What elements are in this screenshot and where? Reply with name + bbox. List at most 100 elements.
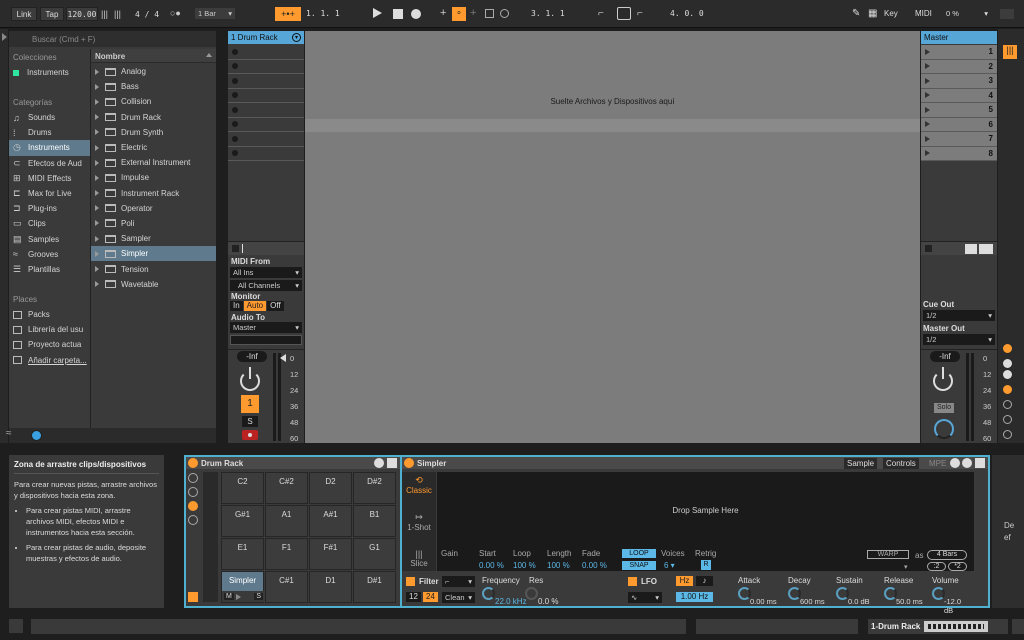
warp-mode-select[interactable]: ▾: [904, 563, 908, 571]
category-item[interactable]: ♫ Sounds: [9, 110, 90, 125]
rack-pads-toggle-icon[interactable]: [188, 501, 198, 511]
metronome-icon[interactable]: ○●: [170, 8, 181, 18]
monitor-in-button[interactable]: In: [230, 301, 243, 311]
play-icon[interactable]: [373, 8, 382, 18]
scene-launch-icon[interactable]: [925, 63, 930, 70]
browser-item[interactable]: Collision: [91, 94, 216, 109]
category-item[interactable]: ⊞ MIDI Effects: [9, 171, 90, 186]
double-tempo-button[interactable]: *2: [948, 562, 967, 571]
filter-on-toggle[interactable]: [406, 577, 415, 586]
midi-channel-select[interactable]: All Channels ▾: [230, 280, 302, 291]
audio-to-channel[interactable]: [230, 335, 302, 345]
category-item[interactable]: ▭ Clips: [9, 216, 90, 231]
expand-icon[interactable]: [95, 235, 99, 242]
retrig-toggle[interactable]: R: [701, 560, 711, 570]
scene-launch-icon[interactable]: [925, 135, 930, 142]
time-signature[interactable]: 4 / 4: [128, 7, 166, 21]
stop-icon[interactable]: [393, 9, 403, 19]
pad-overview[interactable]: [203, 472, 218, 602]
scene-launch-icon[interactable]: [925, 121, 930, 128]
io-toggle-icon[interactable]: [1003, 344, 1012, 353]
master-volume-value[interactable]: -Inf: [930, 351, 960, 362]
sample-param-value[interactable]: 100 %: [513, 561, 536, 570]
punch-in-icon[interactable]: ⌐: [598, 8, 604, 19]
drum-pad[interactable]: C#2: [265, 472, 308, 504]
arm-record-icon[interactable]: [242, 430, 258, 440]
category-item[interactable]: ⁞ Drums: [9, 125, 90, 140]
lfo-sync-icon[interactable]: ♪: [696, 576, 713, 586]
track-fold-icon[interactable]: ▾: [292, 33, 301, 42]
status-toggle-icon[interactable]: [9, 619, 23, 633]
sample-param-value[interactable]: 0.00 %: [582, 561, 607, 570]
drum-pad[interactable]: Simpler M S: [221, 571, 265, 603]
rack-chain-toggle-icon[interactable]: [188, 487, 198, 497]
tab-sample[interactable]: Sample: [844, 458, 878, 469]
expand-icon[interactable]: [95, 220, 99, 227]
drum-pad[interactable]: B1: [353, 505, 396, 537]
midi-map-button[interactable]: MIDI: [915, 9, 932, 18]
sample-display[interactable]: Drop Sample Here Gain Start 0.00 % Loop 100 …: [437, 472, 974, 571]
expand-icon[interactable]: [95, 174, 99, 181]
song-position[interactable]: 1. 1. 1: [306, 9, 362, 18]
category-item[interactable]: ≈ Grooves: [9, 247, 90, 262]
scene-launch-icon[interactable]: [925, 92, 930, 99]
master-out-select[interactable]: 1/2 ▾: [923, 334, 995, 345]
drum-rack-fold-icon[interactable]: [387, 458, 397, 468]
mode-one-shot[interactable]: ↦ 1-Shot: [402, 512, 436, 540]
scene-slot[interactable]: 1: [921, 45, 997, 60]
name-column-header[interactable]: Nombre: [91, 49, 216, 63]
returns-toggle-icon[interactable]: [1003, 370, 1012, 379]
delay-toggle-icon[interactable]: [1003, 400, 1012, 409]
clip-slot[interactable]: [228, 74, 304, 89]
loop-icon[interactable]: [617, 7, 631, 20]
expand-icon[interactable]: [95, 114, 99, 121]
pad-play-icon[interactable]: [235, 593, 241, 600]
warp-bars-field[interactable]: 4 Bars: [927, 550, 967, 560]
sample-param-value[interactable]: 100 %: [547, 561, 570, 570]
track-options-icon[interactable]: [1003, 430, 1012, 439]
category-item[interactable]: ◷ Instruments: [9, 140, 90, 156]
scene-launch-icon[interactable]: [965, 244, 977, 254]
computer-keyboard-icon[interactable]: ▦: [868, 8, 877, 19]
category-item[interactable]: ⊏ Max for Live: [9, 186, 90, 201]
place-item[interactable]: Librería del usu: [9, 322, 90, 337]
drum-pad[interactable]: D#2: [353, 472, 396, 504]
clip-slot[interactable]: [228, 60, 304, 74]
browser-item[interactable]: Bass: [91, 79, 216, 94]
scene-launch-icon[interactable]: [925, 106, 930, 113]
frequency-value[interactable]: 22.0 kHz: [495, 597, 527, 606]
automation-arm-icon[interactable]: ∘: [452, 7, 466, 21]
clip-slot[interactable]: [228, 147, 304, 161]
tap-button[interactable]: Tap: [40, 7, 64, 21]
arrangement-record-icon[interactable]: +•+: [275, 7, 301, 21]
scene-slot[interactable]: 3: [921, 74, 997, 89]
drum-pad[interactable]: G1: [353, 538, 396, 570]
drum-pad[interactable]: D2: [309, 472, 352, 504]
filter-slope-24[interactable]: 24: [423, 592, 438, 602]
place-item[interactable]: Proyecto actua: [9, 337, 90, 352]
mpe-label[interactable]: MPE: [929, 459, 946, 468]
key-map-button[interactable]: Key: [884, 9, 898, 18]
pad-solo-button[interactable]: S: [254, 593, 263, 600]
drum-pad[interactable]: F1: [265, 538, 308, 570]
rack-return-toggle-icon[interactable]: [188, 515, 198, 525]
browser-item[interactable]: Instrument Rack: [91, 186, 216, 201]
lfo-rate-field[interactable]: 1.00 Hz: [676, 592, 713, 602]
browser-item[interactable]: Simpler: [91, 246, 216, 262]
filter-type-select[interactable]: ⌐ ▾: [442, 576, 475, 587]
expand-icon[interactable]: [95, 129, 99, 136]
drum-pad[interactable]: D1: [309, 571, 352, 603]
drum-pad[interactable]: A#1: [309, 505, 352, 537]
session-drop-area[interactable]: Suelte Archivos y Dispositivos aquí: [305, 31, 920, 443]
monitor-off-button[interactable]: Off: [267, 301, 284, 311]
expand-icon[interactable]: [95, 144, 99, 151]
expand-icon[interactable]: [95, 281, 99, 288]
lfo-hz-toggle[interactable]: Hz: [676, 576, 693, 586]
mode-slice[interactable]: ||| Slice: [402, 549, 436, 571]
nudge-up-icon[interactable]: |||: [114, 9, 121, 19]
scene-slot[interactable]: 2: [921, 59, 997, 74]
link-button[interactable]: Link: [11, 7, 37, 21]
simpler-on-icon[interactable]: [404, 458, 414, 468]
tab-controls[interactable]: Controls: [883, 458, 919, 469]
expand-icon[interactable]: [95, 266, 99, 273]
